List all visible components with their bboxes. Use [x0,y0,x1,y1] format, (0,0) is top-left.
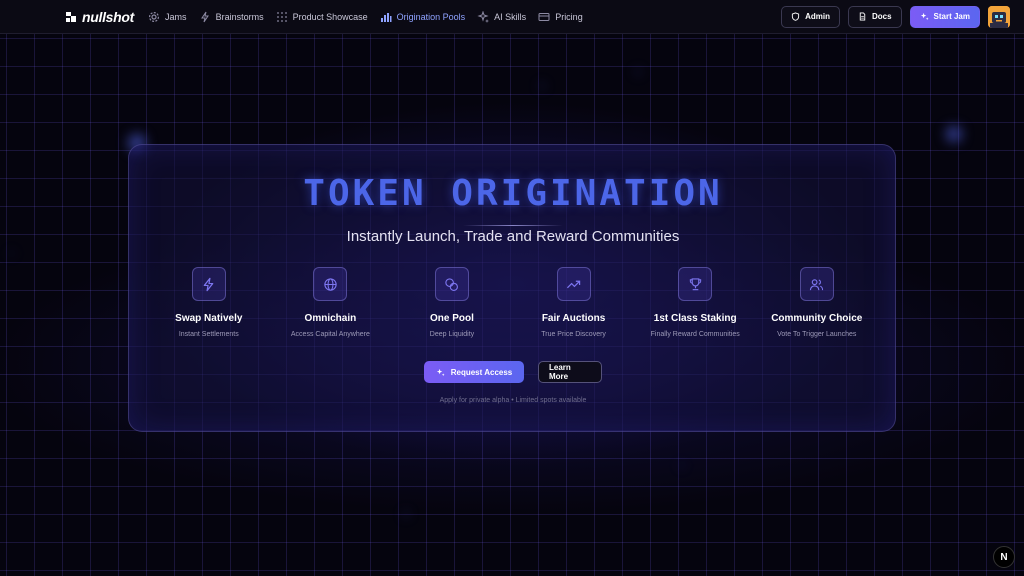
shield-icon [791,12,800,21]
page-title: Token Origination [303,173,723,214]
logo-mark-icon [66,11,76,22]
start-jam-button[interactable]: Start Jam [909,5,980,28]
feature-swap-natively: Swap Natively Instant Settlements [148,267,270,338]
learn-more-button[interactable]: Learn More [538,361,602,383]
token-origination-card: Token Origination Instantly Launch, Trad… [128,144,896,432]
feature-icon-box [313,267,348,301]
trending-up-icon [567,280,581,288]
feature-subtitle: Finally Reward Communities [650,331,740,338]
nav-item-ai-skills[interactable]: AI Skills [477,10,527,23]
bar-chart-icon [380,12,392,22]
users-icon [810,278,824,290]
nav-label: Pricing [555,11,583,22]
document-icon [859,12,866,21]
sparkles-icon [436,368,445,376]
nav-item-jams[interactable]: Jams [148,11,187,23]
glow-dot [946,126,962,142]
docs-label: Docs [871,12,892,21]
bolt-icon [200,11,209,22]
feature-icon-box [799,267,834,301]
glow-dot [636,70,640,74]
nav-item-brainstorms[interactable]: Brainstorms [199,11,264,23]
nav-item-product-showcase[interactable]: Product Showcase [276,11,368,23]
card-icon [538,12,550,21]
next-dev-badge[interactable]: N [993,546,1015,568]
feature-subtitle: True Price Discovery [541,331,606,338]
glow-dot [10,252,13,255]
feature-subtitle: Deep Liquidity [429,331,475,338]
nav-label: Jams [165,11,187,22]
feature-icon-box [678,267,713,301]
feature-title: Community Choice [771,313,863,324]
feature-fair-auctions: Fair Auctions True Price Discovery [513,267,635,338]
feature-icon-box [556,267,591,301]
docs-button[interactable]: Docs [847,5,902,28]
admin-button[interactable]: Admin [781,5,840,28]
main-nav: Jams Brainstorms Product Showcase Origin… [148,10,583,23]
glow-dot [404,512,408,516]
alpha-note: Apply for private alpha • Limited spots … [439,397,587,404]
title-divider [463,225,563,226]
cta-actions: Request Access Learn More [129,361,897,383]
feature-title: Fair Auctions [541,313,606,324]
admin-label: Admin [805,12,830,21]
feature-title: Omnichain [304,313,357,324]
brand-logo[interactable]: nullshot [64,9,134,25]
nav-item-origination-pools[interactable]: Origination Pools [380,11,466,23]
feature-subtitle: Vote To Trigger Launches [777,331,857,338]
grid-dots-icon [276,11,287,22]
globe-icon [324,277,337,291]
nav-label: Product Showcase [292,11,368,22]
sparkles-icon [477,10,490,23]
feature-one-pool: One Pool Deep Liquidity [391,267,513,338]
sparkles-icon [920,12,929,21]
glow-dot [540,84,544,88]
page-subtitle: Instantly Launch, Trade and Reward Commu… [346,228,680,245]
feature-community-choice: Community Choice Vote To Trigger Launche… [756,267,878,338]
feature-staking: 1st Class Staking Finally Reward Communi… [634,267,756,338]
feature-title: One Pool [430,313,474,324]
nav-label: AI Skills [494,11,527,22]
request-access-label: Request Access [450,367,513,377]
robot-avatar-icon [988,5,1010,28]
trophy-icon [689,277,701,290]
brand-name: nullshot [82,8,135,25]
feature-list: Swap Natively Instant Settlements Omnich… [148,267,878,338]
nav-label: Origination Pools [396,11,466,22]
bolt-icon [203,277,214,291]
feature-subtitle: Instant Settlements [178,331,239,338]
feature-icon-box [191,267,226,301]
feature-omnichain: Omnichain Access Capital Anywhere [270,267,392,338]
feature-title: Swap Natively [175,313,243,324]
learn-more-label: Learn More [549,363,571,381]
feature-icon-box [434,267,469,301]
top-nav-bar: nullshot Jams Brainstorms Product Showca… [0,0,1024,34]
feature-subtitle: Access Capital Anywhere [290,331,370,338]
glow-dot [680,464,683,467]
nav-item-pricing[interactable]: Pricing [538,11,583,23]
feature-title: 1st Class Staking [653,313,737,324]
nav-label: Brainstorms [215,11,264,22]
gear-icon [149,11,160,22]
avatar[interactable] [988,5,1010,28]
request-access-button[interactable]: Request Access [424,361,524,383]
coins-icon [445,277,459,291]
header-actions: Admin Docs Start Jam [781,5,1010,28]
start-jam-label: Start Jam [933,12,970,21]
